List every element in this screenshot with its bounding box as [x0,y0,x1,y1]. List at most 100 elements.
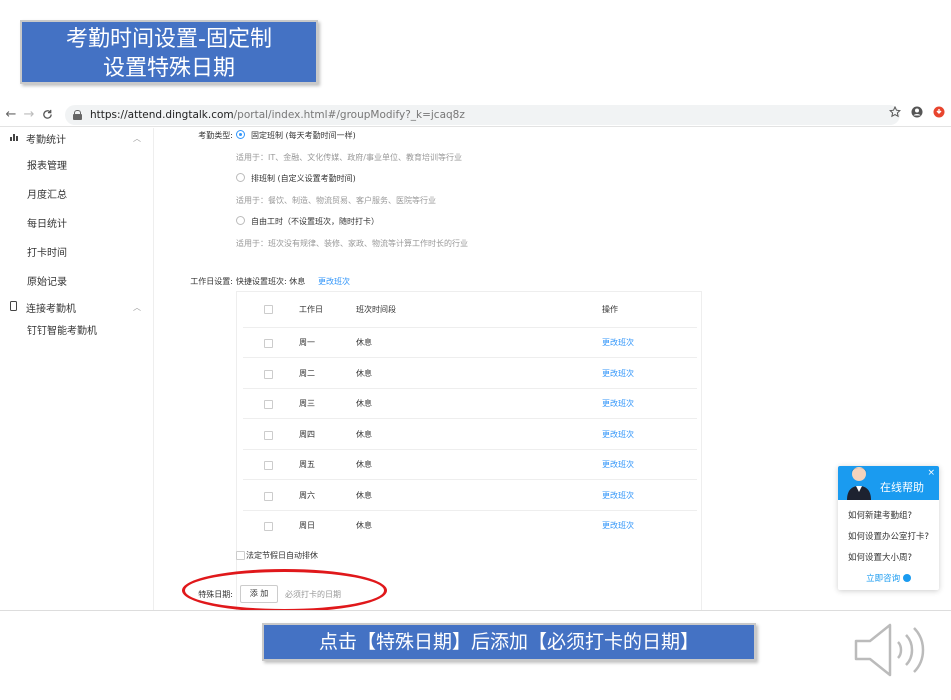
main-content: 考勤类型: 固定班制 (每天考勤时间一样) 适用于：IT、金融、文化传媒、政府/… [155,128,951,670]
sidebar-item-clock-time[interactable]: 打卡时间 [0,239,153,268]
caption-banner: 点击【特殊日期】后添加【必须打卡的日期】 [262,623,756,661]
option-free-label: 自由工时（不设置班次，随时打卡） [251,217,379,226]
url-path: /portal/index.html#/groupModify?_k=jcaq8… [233,109,465,121]
quick-set-text: 快捷设置班次: 休息 [236,277,306,286]
row-checkbox[interactable] [264,430,273,440]
help-question-3[interactable]: 如何设置大小周? [838,548,939,569]
header-op: 操作 [602,305,618,314]
row-day: 周六 [299,490,315,500]
sidebar-group-label: 考勤统计 [26,134,66,146]
sidebar-item-monthly[interactable]: 月度汇总 [0,181,153,210]
title-line1: 考勤时间设置-固定制 [66,27,272,52]
table-header: 工作日 班次时间段 操作 [243,292,697,328]
row-change-shift-link[interactable]: 更改班次 [602,420,634,450]
reload-icon[interactable] [38,106,56,124]
row-change-shift-link[interactable]: 更改班次 [602,481,634,511]
back-icon[interactable]: ← [2,106,20,124]
row-day: 周一 [299,338,315,347]
option-fixed-label: 固定班制 (每天考勤时间一样) [251,131,356,140]
row-checkbox[interactable] [264,491,273,501]
radio-fixed[interactable] [236,130,245,139]
row-day: 周五 [299,460,315,469]
row-change-shift-link[interactable]: 更改班次 [602,359,634,389]
row-day: 周二 [299,368,315,378]
help-question-2[interactable]: 如何设置办公室打卡? [838,527,939,548]
option-fixed-desc: 适用于：IT、金融、文化传媒、政府/事业单位、教育培训等行业 [236,153,462,162]
sidebar-item-raw-records[interactable]: 原始记录 [0,268,153,297]
holiday-label: 法定节假日自动排休 [246,551,318,560]
page: 考勤时间设置-固定制 设置特殊日期 ← → https://attend.din… [0,0,951,700]
radio-shift[interactable] [236,173,245,182]
sidebar-group-device[interactable]: 连接考勤机 ︿ [0,297,153,317]
sidebar-group-stats[interactable]: 考勤统计 ︿ [0,128,153,148]
consult-now-link[interactable]: 立即咨询 [838,572,939,584]
row-shift: 休息 [356,368,372,378]
chevron-up-icon: ︿ [133,302,141,312]
extension-icon[interactable] [933,106,945,118]
table-row: 周四 休息 更改班次 [243,420,697,450]
table-row: 周一 休息 更改班次 [243,328,697,358]
row-day: 周日 [299,521,315,530]
url-host: https://attend.dingtalk.com [90,109,234,121]
lock-icon [73,110,82,120]
option-shift-label: 排班制 (自定义设置考勤时间) [251,174,356,183]
option-shift-desc: 适用于：餐饮、制造、物流贸易、客户服务、医院等行业 [236,196,436,205]
row-day: 周三 [299,399,315,408]
highlight-ellipse [182,569,387,612]
row-checkbox[interactable] [264,339,273,348]
consult-now-label: 立即咨询 [866,574,901,584]
device-icon [10,300,20,314]
header-day: 工作日 [299,305,323,314]
chat-icon [902,574,911,582]
table-row: 周三 休息 更改班次 [243,389,697,419]
address-bar[interactable]: https://attend.dingtalk.com/portal/index… [65,105,900,125]
row-shift: 休息 [356,460,372,469]
sidebar-item-reports[interactable]: 报表管理 [0,152,153,181]
row-checkbox[interactable] [264,522,273,531]
row-change-shift-link[interactable]: 更改班次 [602,328,634,358]
star-icon[interactable] [889,106,901,118]
row-shift: 休息 [356,399,372,408]
row-shift: 休息 [356,521,372,530]
chevron-up-icon: ︿ [133,133,141,143]
row-change-shift-link[interactable]: 更改班次 [602,511,634,541]
assistant-avatar [847,467,871,500]
workday-label: 工作日设置: [190,277,233,286]
sidebar: 考勤统计 ︿ 报表管理 月度汇总 每日统计 打卡时间 原始记录 连接考勤机 ︿ … [0,128,154,610]
row-change-shift-link[interactable]: 更改班次 [602,389,634,419]
help-widget: 在线帮助 × 如何新建考勤组? 如何设置办公室打卡? 如何设置大小周? 立即咨询 [838,466,939,590]
row-shift: 休息 [356,490,372,500]
row-checkbox[interactable] [264,369,273,379]
type-label: 考勤类型: [198,131,233,140]
table-row: 周日 休息 更改班次 [243,511,697,541]
title-line2: 设置特殊日期 [102,56,235,81]
row-checkbox[interactable] [264,461,273,470]
browser-toolbar: ← → https://attend.dingtalk.com/portal/i… [0,103,951,127]
row-shift: 休息 [356,338,372,347]
help-question-1[interactable]: 如何新建考勤组? [838,506,939,527]
row-day: 周四 [299,429,315,439]
table-row: 周五 休息 更改班次 [243,450,697,480]
row-checkbox[interactable] [264,400,273,409]
title-banner: 考勤时间设置-固定制 设置特殊日期 [20,20,318,84]
table-row: 周二 休息 更改班次 [243,359,697,389]
close-icon[interactable]: × [927,468,935,478]
row-shift: 休息 [356,429,372,439]
speaker-icon[interactable] [852,620,932,680]
chart-icon [10,133,20,144]
header-shift: 班次时间段 [356,305,396,314]
quick-change-link[interactable]: 更改班次 [318,276,350,287]
option-free-desc: 适用于：班次没有规律、装修、家政、物流等计算工作时长的行业 [236,239,468,248]
select-all-checkbox[interactable] [264,305,273,314]
help-header: 在线帮助 × [838,466,939,500]
account-icon[interactable] [911,106,923,118]
sidebar-item-smart-device[interactable]: 钉钉智能考勤机 [0,317,153,346]
holiday-checkbox[interactable] [236,551,245,560]
table-row: 周六 休息 更改班次 [243,481,697,511]
forward-icon[interactable]: → [20,106,38,124]
row-change-shift-link[interactable]: 更改班次 [602,450,634,480]
sidebar-group-label: 连接考勤机 [26,303,76,315]
sidebar-item-daily[interactable]: 每日统计 [0,210,153,239]
radio-free[interactable] [236,216,245,225]
help-title: 在线帮助 [880,481,924,494]
